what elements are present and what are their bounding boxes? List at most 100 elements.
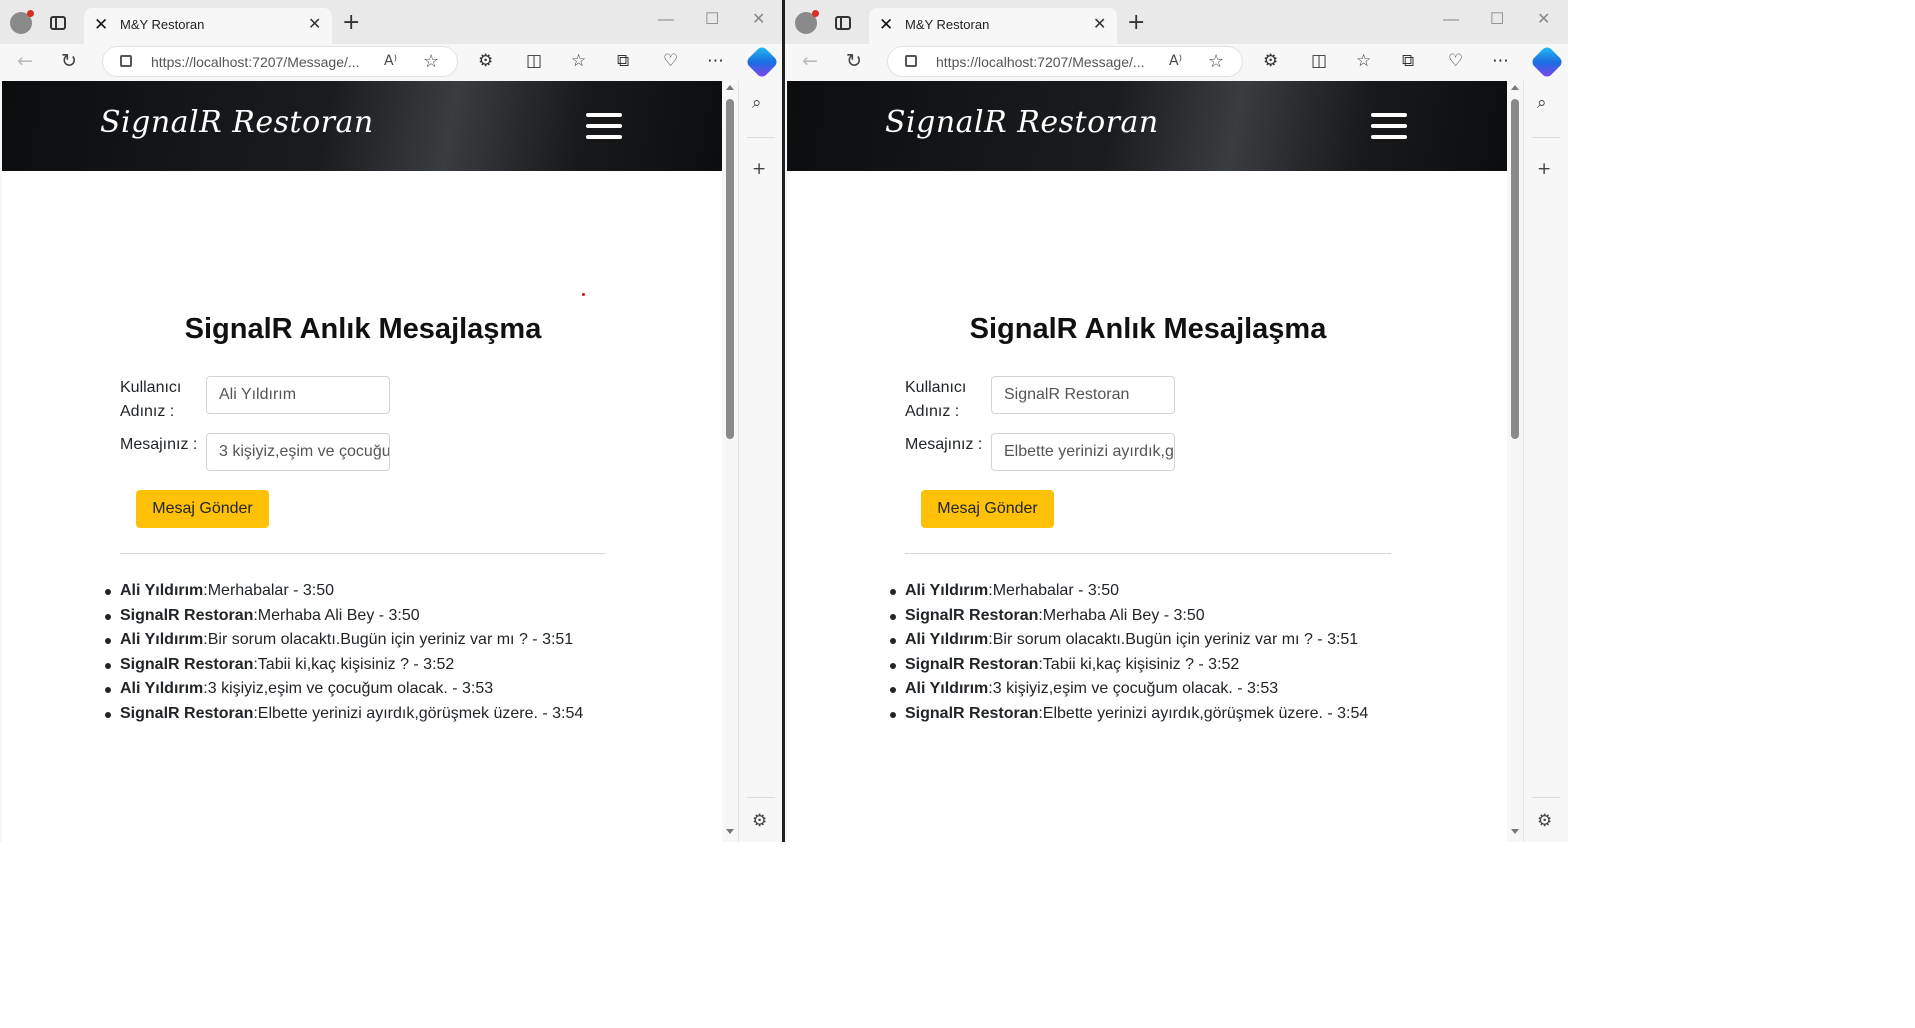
message-input[interactable]: 3 kişiyiz,eşim ve çocuğum olacak. — [206, 433, 390, 471]
tab-message[interactable]: ✕ M&Y Restoran ✕ — [869, 8, 1117, 44]
split-screen-icon[interactable]: ◫ — [1311, 51, 1327, 71]
message-text: :3 kişiyiz,eşim ve çocuğum olacak. - 3:5… — [203, 680, 494, 698]
list-item: SignalR Restoran:Tabii ki,kaç kişisiniz … — [890, 653, 1395, 678]
user-label: Kullanıcı Adınız : — [905, 379, 967, 420]
list-item: SignalR Restoran:Elbette yerinizi ayırdı… — [105, 702, 610, 727]
back-icon[interactable]: ← — [802, 50, 818, 72]
profile-icon[interactable] — [795, 10, 819, 34]
title-bar: ✕ M&Y Restoran ✕ + — ☐ ✕ — [0, 0, 783, 44]
maximize-icon[interactable]: ☐ — [1490, 12, 1504, 28]
split-screen-icon[interactable]: ◫ — [526, 51, 542, 71]
browser-essentials-icon[interactable]: ♡ — [1448, 51, 1463, 71]
close-tab-icon[interactable]: ✕ — [308, 15, 321, 33]
close-window-icon[interactable]: ✕ — [752, 12, 765, 28]
lock-icon[interactable] — [905, 55, 917, 67]
refresh-icon[interactable]: ↻ — [846, 50, 862, 72]
scroll-down-icon[interactable] — [726, 829, 734, 834]
cursor-dot — [582, 293, 585, 296]
send-message-button[interactable]: Mesaj Gönder — [921, 490, 1054, 528]
more-icon[interactable]: ⋯ — [1492, 51, 1509, 71]
fork-knife-icon: ✕ — [879, 15, 894, 35]
fork-knife-icon: ✕ — [94, 15, 109, 35]
favorite-star-icon[interactable]: ☆ — [1208, 51, 1224, 72]
sidebar-divider — [1532, 797, 1560, 798]
scrollbar[interactable] — [1507, 81, 1523, 842]
scrollbar[interactable] — [722, 81, 738, 842]
extensions-icon[interactable]: ⚙ — [478, 51, 493, 71]
list-item: Ali Yıldırım:Merhabalar - 3:50 — [105, 579, 610, 604]
minimize-icon[interactable]: — — [658, 12, 674, 28]
send-message-button[interactable]: Mesaj Gönder — [136, 490, 269, 528]
tab-message[interactable]: ✕ M&Y Restoran ✕ — [84, 8, 332, 44]
profile-icon[interactable] — [10, 10, 34, 34]
settings-gear-icon[interactable]: ⚙ — [752, 811, 767, 831]
message-input[interactable]: Elbette yerinizi ayırdık,görüşmek üzere. — [991, 433, 1175, 471]
message-user: Ali Yıldırım — [905, 582, 989, 599]
address-toolbar: ← ↻ https://localhost:7207/Message/... A… — [0, 44, 783, 81]
scroll-thumb[interactable] — [726, 99, 734, 439]
read-aloud-icon[interactable]: A⁾ — [384, 53, 397, 69]
back-icon[interactable]: ← — [17, 50, 33, 72]
copilot-icon[interactable] — [1530, 45, 1564, 79]
edge-sidebar: ⌕ + ⚙ — [1523, 81, 1568, 842]
edge-sidebar: ⌕ + ⚙ — [738, 81, 783, 842]
menu-toggle-icon[interactable] — [1371, 113, 1407, 139]
read-aloud-icon[interactable]: A⁾ — [1169, 53, 1182, 69]
tab-actions-icon[interactable] — [50, 16, 66, 30]
add-icon[interactable]: + — [752, 159, 766, 179]
favorites-icon[interactable]: ☆ — [571, 51, 586, 71]
refresh-icon[interactable]: ↻ — [61, 50, 77, 72]
scroll-up-icon[interactable] — [1511, 85, 1519, 90]
browser-essentials-icon[interactable]: ♡ — [663, 51, 678, 71]
message-text: :Merhabalar - 3:50 — [203, 582, 335, 599]
user-name-input[interactable]: Ali Yıldırım — [206, 376, 390, 414]
close-tab-icon[interactable]: ✕ — [1093, 15, 1106, 33]
browser-window-left: ✕ M&Y Restoran ✕ + — ☐ ✕ ← ↻ https://loc… — [0, 0, 783, 842]
copilot-icon[interactable] — [745, 45, 779, 79]
page-viewport: SignalR Restoran SignalR Anlık Mesajlaşm… — [787, 81, 1507, 842]
tab-actions-icon[interactable] — [835, 16, 851, 30]
message-user: Ali Yıldırım — [905, 631, 989, 649]
add-icon[interactable]: + — [1537, 159, 1551, 179]
lock-icon[interactable] — [120, 55, 132, 67]
divider — [120, 553, 606, 554]
address-bar[interactable]: https://localhost:7207/Message/... A⁾ ☆ — [102, 46, 458, 77]
page-viewport: SignalR Restoran SignalR Anlık Mesajlaşm… — [2, 81, 722, 842]
message-user: Ali Yıldırım — [120, 582, 204, 599]
more-icon[interactable]: ⋯ — [707, 51, 724, 71]
scroll-thumb[interactable] — [1511, 99, 1519, 439]
collections-icon[interactable]: ⧉ — [617, 51, 629, 71]
message-user: Ali Yıldırım — [905, 680, 989, 698]
message-user: SignalR Restoran — [120, 655, 254, 673]
user-name-input[interactable]: SignalR Restoran — [991, 376, 1175, 414]
url-text[interactable]: https://localhost:7207/Message/... — [936, 54, 1145, 70]
brand-logo[interactable]: SignalR Restoran — [885, 105, 1159, 140]
sidebar-divider — [747, 137, 775, 138]
list-item: Ali Yıldırım:Merhabalar - 3:50 — [890, 579, 1395, 604]
message-text: :Bir sorum olacaktı.Bugün için yeriniz v… — [988, 631, 1359, 649]
close-window-icon[interactable]: ✕ — [1537, 12, 1550, 28]
search-icon[interactable]: ⌕ — [752, 93, 762, 113]
scroll-up-icon[interactable] — [726, 85, 734, 90]
minimize-icon[interactable]: — — [1443, 12, 1459, 28]
address-bar[interactable]: https://localhost:7207/Message/... A⁾ ☆ — [887, 46, 1243, 77]
new-tab-icon[interactable]: + — [342, 12, 360, 34]
url-text[interactable]: https://localhost:7207/Message/... — [151, 54, 360, 70]
brand-logo[interactable]: SignalR Restoran — [100, 105, 374, 140]
sidebar-divider — [747, 797, 775, 798]
extensions-icon[interactable]: ⚙ — [1263, 51, 1278, 71]
collections-icon[interactable]: ⧉ — [1402, 51, 1414, 71]
settings-gear-icon[interactable]: ⚙ — [1537, 811, 1552, 831]
message-text: :Tabii ki,kaç kişisiniz ? - 3:52 — [253, 655, 455, 673]
search-icon[interactable]: ⌕ — [1537, 93, 1547, 113]
list-item: Ali Yıldırım:3 kişiyiz,eşim ve çocuğum o… — [105, 677, 610, 702]
menu-toggle-icon[interactable] — [586, 113, 622, 139]
scroll-down-icon[interactable] — [1511, 829, 1519, 834]
favorites-icon[interactable]: ☆ — [1356, 51, 1371, 71]
maximize-icon[interactable]: ☐ — [705, 12, 719, 28]
tab-title: M&Y Restoran — [120, 17, 205, 32]
favorite-star-icon[interactable]: ☆ — [423, 51, 439, 72]
message-text: :Tabii ki,kaç kişisiniz ? - 3:52 — [1038, 655, 1240, 673]
message-text: :Merhaba Ali Bey - 3:50 — [1038, 606, 1205, 624]
new-tab-icon[interactable]: + — [1127, 12, 1145, 34]
